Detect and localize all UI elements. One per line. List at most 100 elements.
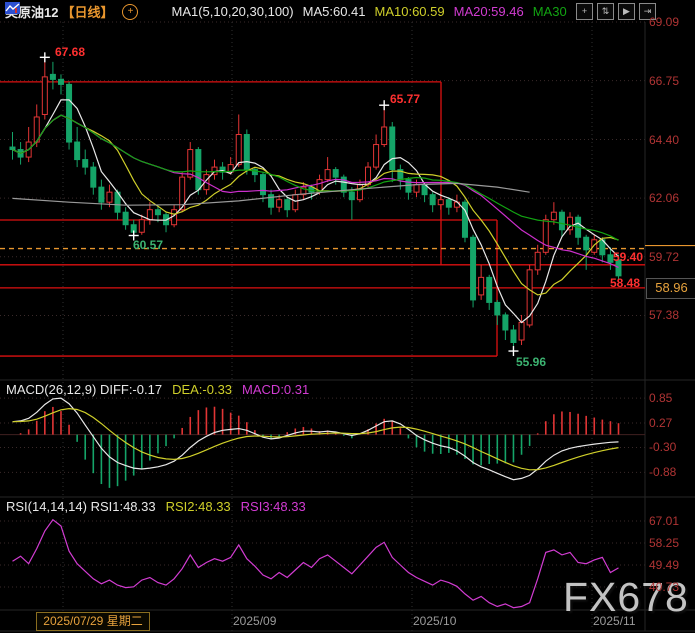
chart-toolbar: + ⇅ ▶ ⇥ [576,3,656,20]
swing-high-label: 67.68 [55,45,85,59]
candle-body [99,187,104,202]
macd-hist-value: MACD:0.31 [242,382,309,397]
candle-body [285,200,290,210]
candle-body [438,200,443,205]
main-header: 美原油12 【日线】 + MA1(5,10,20,30,100) MA5:60.… [5,2,567,21]
macd-axis-label: -0.88 [649,465,676,479]
zoom-axis-icon[interactable]: ⇅ [597,3,614,20]
rsi-params-label[interactable]: RSI(14,14,14) RSI1:48.33 [6,499,156,514]
crosshair-toggle-icon[interactable]: + [122,4,138,20]
rsi-header: RSI(14,14,14) RSI1:48.33 RSI2:48.33 RSI3… [6,499,306,514]
candle-body [42,77,47,115]
main-axis-label: 64.40 [649,133,679,147]
candle-body [293,195,298,210]
macd-diff-line [13,398,619,480]
macd-dea-value: DEA:-0.33 [172,382,232,397]
ma5-value-label: MA5:60.41 [303,4,366,19]
macd-axis-label: -0.30 [649,440,676,454]
ma10-value-label: MA10:60.59 [375,4,445,19]
candle-body [430,195,435,205]
candle-body [446,200,451,208]
rsi-axis-label: 67.01 [649,514,679,528]
rsi-axis-label: 40.73 [649,580,679,594]
ma-settings-label[interactable]: MA1(5,10,20,30,100) [171,4,293,19]
time-axis-label[interactable]: 2025/09 [233,614,276,628]
candle-body [559,212,564,230]
candle-body [58,79,63,84]
candle-body [188,150,193,178]
candle-body [75,142,80,160]
candle-body [83,160,88,168]
candle-body [325,170,330,180]
candle-body [471,237,476,300]
current-price-axis-label: 58.96 [646,278,695,299]
candle-body [535,252,540,270]
candle-body [147,210,152,220]
kline-chart-icon[interactable] [147,6,162,18]
play-forward-icon[interactable]: ▶ [618,3,635,20]
ma30-value-label: MA30 [533,4,567,19]
main-axis-label: 69.09 [649,15,679,29]
candle-body [333,170,338,178]
swing-high-label: 65.77 [390,92,420,106]
candle-body [277,200,282,208]
main-axis-label: 57.38 [649,308,679,322]
candle-body [487,277,492,302]
rsi-line [13,520,619,608]
time-axis-label[interactable]: 2025/11 [593,614,636,628]
candle-body [107,192,112,202]
rsi2-value: RSI2:48.33 [166,499,231,514]
candle-body [503,315,508,330]
chart-window: 美原油12 【日线】 + MA1(5,10,20,30,100) MA5:60.… [0,0,695,633]
candle-body [269,195,274,208]
candle-body [519,322,524,340]
candle-body [123,212,128,225]
candle-body [50,74,55,79]
candle-body [196,150,201,190]
ma20-value-label: MA20:59.46 [454,4,524,19]
candle-body [349,192,354,200]
pan-crosshair-icon[interactable]: + [576,3,593,20]
candle-body [462,202,467,237]
period-label[interactable]: 【日线】 [61,2,113,21]
candle-body [592,240,597,253]
candle-body [511,330,516,343]
candle-body [244,135,249,170]
support-line-label: 59.40 [613,250,643,264]
macd-axis-label: 0.85 [649,391,672,405]
candle-body [479,277,484,295]
candle-body [414,185,419,193]
candle-body [236,135,241,165]
candle-body [260,175,265,195]
candle-body [10,147,15,150]
candle-body [67,84,72,142]
support-line-label: 58.48 [610,276,640,290]
candle-body [551,212,556,220]
rsi-axis-label: 49.49 [649,558,679,572]
swing-low-label: 60.57 [133,238,163,252]
macd-params-label[interactable]: MACD(26,12,9) DIFF:-0.17 [6,382,162,397]
candle-body [543,220,548,253]
macd-diff-value: DIFF:-0.17 [100,382,162,397]
candle-body [390,127,395,170]
candle-body [374,145,379,168]
macd-header: MACD(26,12,9) DIFF:-0.17 DEA:-0.33 MACD:… [6,382,309,397]
candle-body [584,237,589,250]
candle-body [155,210,160,215]
main-axis-label: 59.72 [649,250,679,264]
ma10-line [13,115,619,295]
rsi3-value: RSI3:48.33 [241,499,306,514]
candle-body [382,127,387,145]
macd-dea-line [13,409,619,470]
macd-axis-label: 0.27 [649,416,672,430]
main-axis-label: 62.06 [649,191,679,205]
candle-body [91,167,96,187]
candle-body [495,302,500,315]
candle-body [139,220,144,233]
time-axis-label[interactable]: 2025/10 [413,614,456,628]
swing-low-label: 55.96 [516,355,546,369]
candle-body [357,185,362,200]
ma30-line [13,115,619,240]
rsi-axis-label: 58.25 [649,536,679,550]
highlighted-date-label[interactable]: 2025/07/29 星期二 [36,612,150,631]
